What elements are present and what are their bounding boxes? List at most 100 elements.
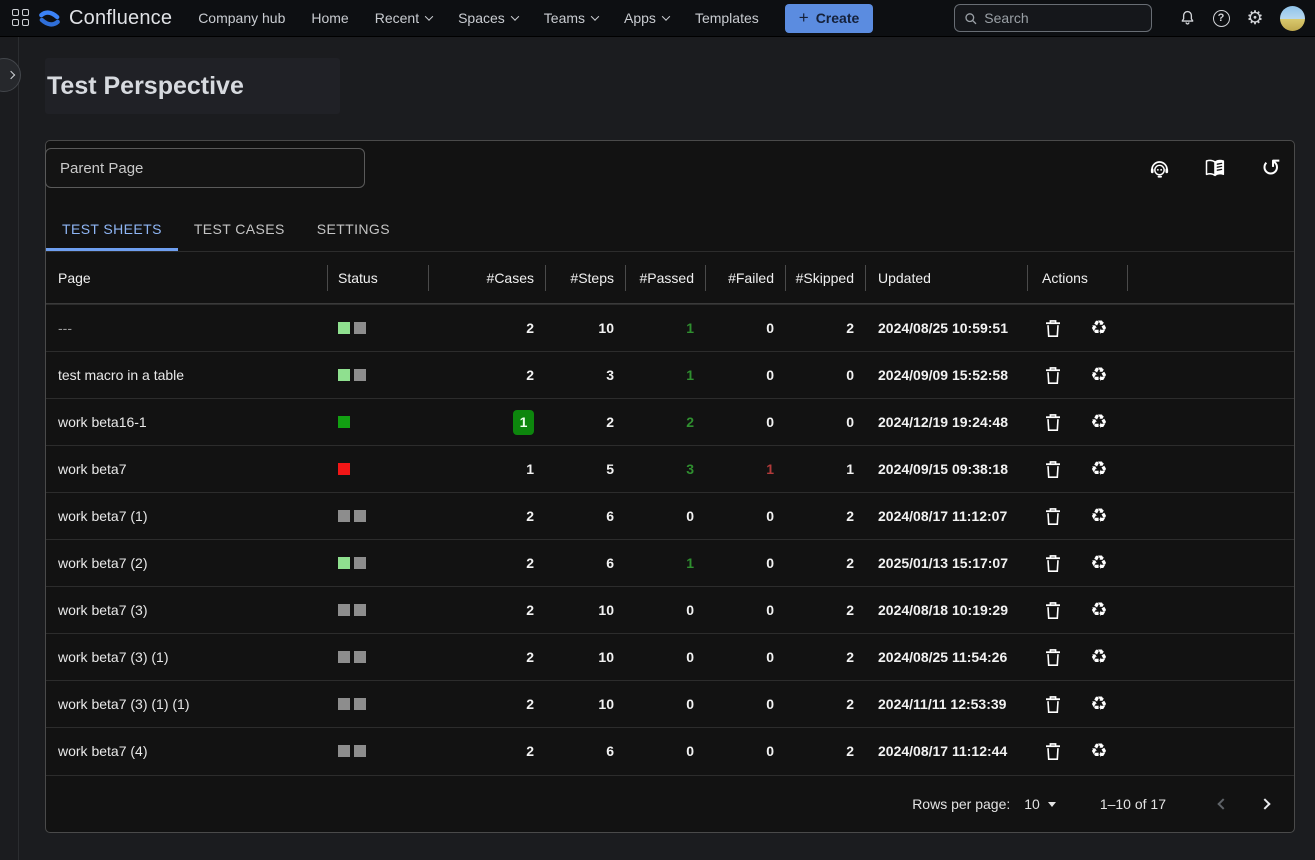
delete-button[interactable] — [1042, 504, 1064, 528]
recycle-icon: ♻ — [1090, 413, 1107, 432]
trash-icon — [1045, 366, 1061, 385]
steps-value: 10 — [546, 634, 626, 680]
actions-cell: ♻ — [1028, 681, 1128, 727]
actions-cell: ♻ — [1028, 728, 1128, 774]
delete-button[interactable] — [1042, 645, 1064, 669]
recycle-button[interactable]: ♻ — [1088, 504, 1110, 528]
cases-value: 1 — [429, 399, 546, 445]
recycle-button[interactable]: ♻ — [1088, 551, 1110, 575]
table-row: --- 2 10 1 0 2 2024/08/25 10:59:51 ♻ — [46, 304, 1294, 351]
updated-timestamp: 2024/08/18 10:19:29 — [866, 587, 1028, 633]
column-header-actions[interactable]: Actions — [1028, 252, 1128, 303]
recycle-icon: ♻ — [1090, 319, 1107, 338]
delete-button[interactable] — [1042, 363, 1064, 387]
nav-home[interactable]: Home — [311, 10, 348, 26]
status-cell — [328, 681, 429, 727]
confluence-logo[interactable]: Confluence — [38, 7, 172, 30]
create-button[interactable]: + Create — [785, 4, 874, 33]
updated-timestamp: 2025/01/13 15:17:07 — [866, 540, 1028, 586]
passed-value: 0 — [626, 728, 706, 774]
next-page-button[interactable] — [1248, 787, 1282, 821]
app-switcher-icon[interactable] — [12, 9, 30, 27]
recycle-button[interactable]: ♻ — [1088, 645, 1110, 669]
recycle-button[interactable]: ♻ — [1088, 410, 1110, 434]
column-header-skipped[interactable]: #Skipped — [786, 252, 866, 303]
rows-per-page-select[interactable]: 10 — [1024, 796, 1056, 812]
table-row: test macro in a table 2 3 1 0 0 2024/09/… — [46, 351, 1294, 398]
failed-value: 0 — [706, 493, 786, 539]
failed-value: 0 — [706, 399, 786, 445]
tab-settings[interactable]: SETTINGS — [301, 206, 406, 251]
nav-teams[interactable]: Teams — [544, 10, 598, 26]
status-cell — [328, 540, 429, 586]
recycle-button[interactable]: ♻ — [1088, 457, 1110, 481]
test-perspective-panel: ↺ TEST SHEETS TEST CASES SETTINGS Page S… — [45, 140, 1295, 833]
open-book-icon — [1203, 156, 1227, 180]
nav-spaces[interactable]: Spaces — [458, 10, 518, 26]
page-name: work beta7 (1) — [58, 508, 147, 524]
passed-value: 0 — [626, 493, 706, 539]
plus-icon: + — [799, 8, 809, 28]
recycle-button[interactable]: ♻ — [1088, 363, 1110, 387]
status-square-gray — [338, 651, 350, 663]
notifications-button[interactable] — [1170, 3, 1204, 33]
updated-timestamp: 2024/11/11 12:53:39 — [866, 681, 1028, 727]
settings-button[interactable]: ⚙ — [1238, 3, 1272, 33]
table-row: work beta7 (3) (1) (1) 2 10 0 0 2 2024/1… — [46, 680, 1294, 727]
delete-button[interactable] — [1042, 457, 1064, 481]
table-body: --- 2 10 1 0 2 2024/08/25 10:59:51 ♻ tes… — [46, 304, 1294, 774]
status-square-gray — [354, 510, 366, 522]
trash-icon — [1045, 648, 1061, 667]
caret-down-icon — [1048, 802, 1056, 807]
recycle-icon: ♻ — [1090, 366, 1107, 385]
delete-button[interactable] — [1042, 551, 1064, 575]
refresh-icon: ↺ — [1261, 156, 1281, 180]
search-input[interactable] — [984, 10, 1142, 26]
bell-icon — [1178, 9, 1197, 28]
user-avatar[interactable] — [1280, 6, 1305, 31]
recycle-button[interactable]: ♻ — [1088, 739, 1110, 763]
delete-button[interactable] — [1042, 739, 1064, 763]
skipped-value: 2 — [786, 305, 866, 351]
nav-recent[interactable]: Recent — [375, 10, 432, 26]
delete-button[interactable] — [1042, 410, 1064, 434]
confluence-mark-icon — [38, 7, 61, 30]
support-button[interactable] — [1144, 153, 1174, 183]
recycle-button[interactable]: ♻ — [1088, 598, 1110, 622]
delete-button[interactable] — [1042, 316, 1064, 340]
column-header-page[interactable]: Page — [46, 252, 328, 303]
parent-page-input[interactable] — [45, 148, 365, 188]
nav-company-hub[interactable]: Company hub — [198, 10, 285, 26]
documentation-button[interactable] — [1200, 153, 1230, 183]
previous-page-button[interactable] — [1206, 787, 1240, 821]
question-mark-icon: ? — [1213, 10, 1230, 27]
status-cell — [328, 634, 429, 680]
column-header-passed[interactable]: #Passed — [626, 252, 706, 303]
nav-apps[interactable]: Apps — [624, 10, 669, 26]
chevron-down-icon — [511, 12, 519, 20]
refresh-button[interactable]: ↺ — [1256, 153, 1286, 183]
page-name: work beta7 (3) — [58, 602, 147, 618]
actions-cell: ♻ — [1028, 446, 1128, 492]
delete-button[interactable] — [1042, 692, 1064, 716]
cases-badge: 1 — [513, 410, 534, 435]
column-header-updated[interactable]: Updated — [866, 252, 1028, 303]
page-name: work beta7 (3) (1) (1) — [58, 696, 189, 712]
column-header-failed[interactable]: #Failed — [706, 252, 786, 303]
failed-value: 0 — [706, 728, 786, 774]
nav-templates[interactable]: Templates — [695, 10, 759, 26]
actions-cell: ♻ — [1028, 305, 1128, 351]
page-name: work beta16-1 — [58, 414, 147, 430]
search-box[interactable] — [954, 4, 1152, 32]
column-header-steps[interactable]: #Steps — [546, 252, 626, 303]
column-header-cases[interactable]: #Cases — [429, 252, 546, 303]
status-square-lightgreen — [338, 557, 350, 569]
recycle-button[interactable]: ♻ — [1088, 692, 1110, 716]
tab-test-cases[interactable]: TEST CASES — [178, 206, 301, 251]
help-button[interactable]: ? — [1204, 3, 1238, 33]
column-header-status[interactable]: Status — [328, 252, 429, 303]
page-name: work beta7 (4) — [58, 743, 147, 759]
delete-button[interactable] — [1042, 598, 1064, 622]
tab-test-sheets[interactable]: TEST SHEETS — [46, 206, 178, 251]
recycle-button[interactable]: ♻ — [1088, 316, 1110, 340]
